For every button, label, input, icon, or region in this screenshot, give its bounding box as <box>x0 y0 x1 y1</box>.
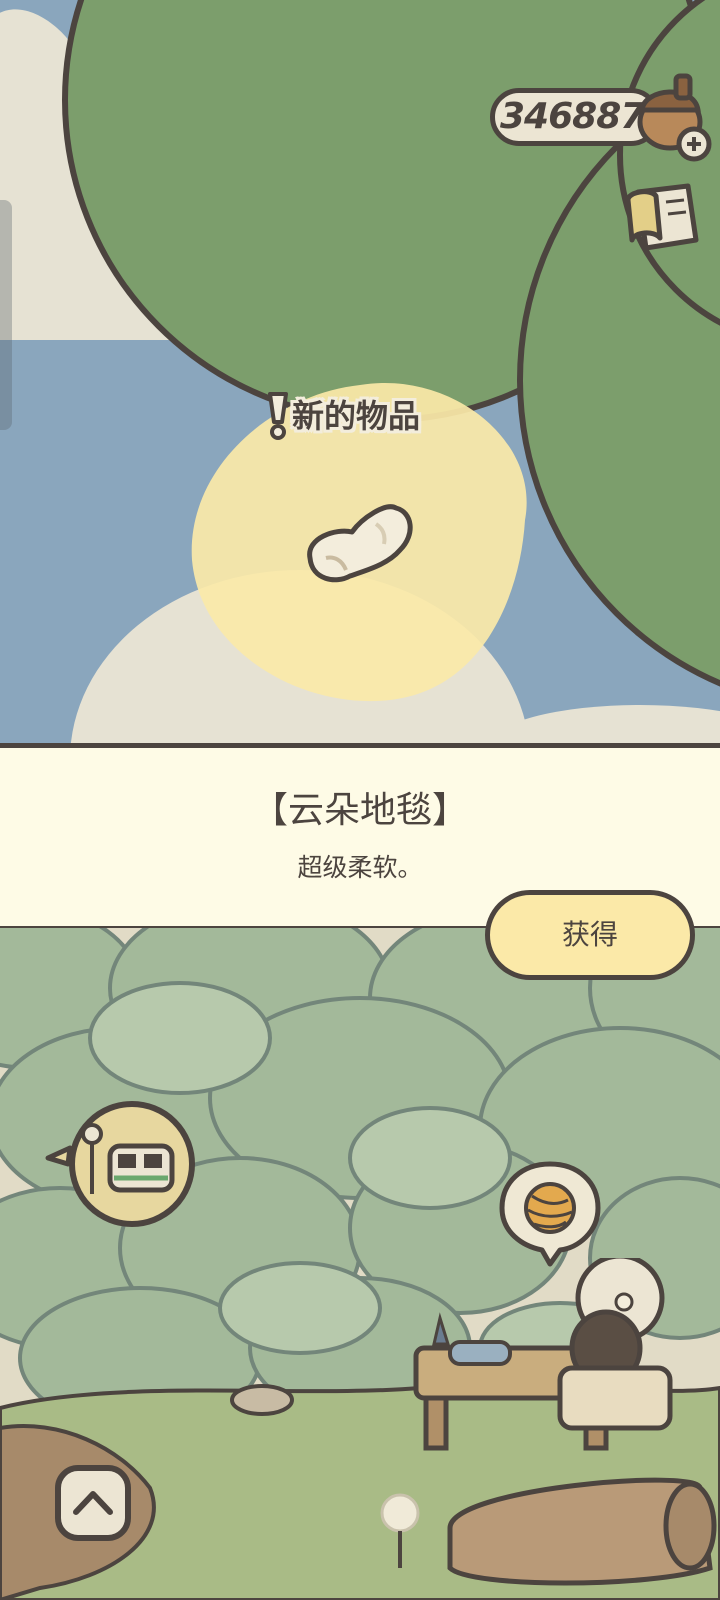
book-icon[interactable] <box>620 178 708 262</box>
yarn-ball-icon[interactable] <box>498 1160 602 1268</box>
plus-icon[interactable] <box>676 126 712 162</box>
acorn-icon[interactable] <box>632 70 714 162</box>
item-name: 【云朵地毯】 <box>251 790 468 831</box>
game-screen: 346887 新的物品 【云朵地毯】 超级柔软。 获得 <box>0 0 720 1600</box>
currency-amount: 346887 <box>500 96 645 137</box>
new-item-label: 新的物品 <box>292 397 421 435</box>
cloud-rug-icon[interactable] <box>296 498 420 602</box>
sheep-shopkeeper[interactable] <box>410 1258 690 1458</box>
item-description: 超级柔软。 <box>297 853 423 882</box>
obtain-button-label: 获得 <box>561 918 618 951</box>
chevron-up-icon[interactable] <box>54 1464 132 1542</box>
train-station-icon[interactable] <box>44 1098 196 1230</box>
side-drawer-handle[interactable] <box>0 200 12 430</box>
